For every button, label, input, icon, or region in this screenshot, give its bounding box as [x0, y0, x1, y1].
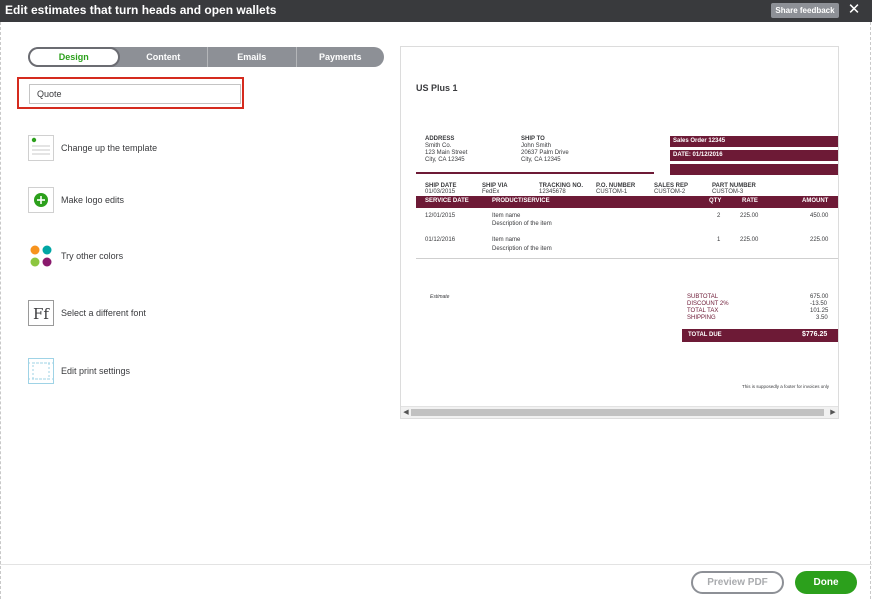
preview-total-value: 675.00 [810, 294, 829, 300]
preview-horizontal-scrollbar[interactable]: ◀ ▶ [401, 406, 838, 418]
preview-row-amount: 225.00 [810, 237, 829, 243]
preview-ship-value: 01/03/2015 [425, 189, 456, 195]
font-icon-glyph: Ff [33, 305, 50, 323]
font-label: Select a different font [61, 308, 146, 318]
change-template-label: Change up the template [61, 143, 158, 153]
preview-row-item: Item name [492, 213, 521, 219]
preview-address-line: City, CA 12345 [425, 157, 465, 163]
preview-row-desc: Description of the item [492, 221, 552, 227]
dialog-header: Edit estimates that turn heads and open … [0, 0, 872, 22]
preview-shipto-line: 20637 Palm Drive [521, 150, 569, 156]
preview-row-rate: 225.00 [740, 213, 759, 219]
preview-total-value: -13.50 [810, 301, 828, 307]
preview-footer-note: This is supposedly a footer for invoices… [742, 384, 830, 389]
add-logo-icon [28, 187, 54, 213]
footer-divider [0, 564, 872, 565]
scroll-left-icon[interactable]: ◀ [401, 408, 411, 418]
font-icon: Ff [28, 300, 54, 326]
frame-border-right [870, 22, 871, 599]
close-icon[interactable]: ✕ [847, 2, 861, 18]
preview-table-header-bar [416, 196, 838, 208]
preview-row-qty: 1 [717, 237, 721, 243]
scrollbar-thumb[interactable] [411, 409, 824, 416]
dialog-title: Edit estimates that turn heads and open … [5, 3, 277, 17]
scroll-right-icon[interactable]: ▶ [828, 408, 838, 418]
colors-option[interactable]: Try other colors [28, 243, 248, 271]
frame-border-left [0, 22, 1, 599]
preview-row-rate: 225.00 [740, 237, 759, 243]
preview-ship-value: CUSTOM-3 [712, 189, 744, 195]
preview-ship-value: CUSTOM-1 [596, 189, 628, 195]
preview-total-label: TOTAL TAX [687, 308, 719, 314]
preview-ship-value: 12345678 [539, 189, 566, 195]
preview-col-header: AMOUNT [802, 198, 829, 204]
preview-address-line: 123 Main Street [425, 150, 468, 156]
template-name-input[interactable] [29, 84, 241, 104]
preview-shipto-line: City, CA 12345 [521, 157, 561, 163]
done-button[interactable]: Done [795, 571, 857, 594]
tab-design[interactable]: Design [28, 47, 120, 67]
template-icon [28, 135, 54, 161]
preview-total-label: SUBTOTAL [687, 294, 719, 300]
print-settings-label: Edit print settings [61, 366, 131, 376]
preview-pdf-button[interactable]: Preview PDF [691, 571, 784, 594]
tab-payments[interactable]: Payments [297, 47, 385, 67]
tab-emails[interactable]: Emails [208, 47, 297, 67]
logo-edits-label: Make logo edits [61, 195, 125, 205]
preview-total-label: DISCOUNT 2% [687, 301, 729, 307]
preview-row-date: 01/12/2016 [425, 237, 456, 243]
preview-sales-order: Sales Order 12345 [673, 138, 726, 144]
preview-ship-value: CUSTOM-2 [654, 189, 686, 195]
preview-row-amount: 450.00 [810, 213, 829, 219]
preview-address-label: ADDRESS [425, 136, 455, 142]
preview-company-name: US Plus 1 [416, 83, 458, 93]
font-option[interactable]: Ff Select a different font [28, 300, 248, 328]
preview-ship-value: FedEx [482, 189, 500, 195]
preview-row-item: Item name [492, 237, 521, 243]
preview-address-line: Smith Co. [425, 143, 452, 149]
preview-shipto-label: SHIP TO [521, 136, 545, 142]
color-palette-icon [30, 245, 52, 267]
preview-col-header: SERVICE DATE [425, 198, 469, 204]
preview-row-qty: 2 [717, 213, 721, 219]
colors-label: Try other colors [61, 251, 124, 261]
preview-col-header: PRODUCT/SERVICE [492, 198, 550, 204]
editor-tabs: Design Content Emails Payments [28, 47, 384, 67]
change-template-option[interactable]: Change up the template [28, 135, 248, 163]
preview-total-value: 101.25 [810, 308, 829, 314]
invoice-preview: US Plus 1 ADDRESS Smith Co. 123 Main Str… [400, 46, 839, 419]
preview-total-value: 3.50 [816, 315, 828, 321]
print-settings-icon [28, 358, 54, 384]
preview-col-header: RATE [742, 198, 758, 204]
preview-estimate-label: Estimate [430, 294, 450, 300]
preview-table-bottom-line [416, 258, 838, 259]
preview-col-header: QTY [709, 198, 722, 204]
tab-content[interactable]: Content [120, 47, 208, 67]
share-feedback-button[interactable]: Share feedback [771, 3, 839, 18]
template-name-highlight [17, 77, 244, 109]
print-settings-option[interactable]: Edit print settings [28, 358, 248, 386]
preview-shipto-line: John Smith [521, 143, 552, 149]
preview-date: DATE: 01/12/2016 [673, 152, 723, 158]
preview-blank-bar [670, 164, 838, 175]
preview-row-date: 12/01/2015 [425, 213, 456, 219]
preview-total-due-value: $776.25 [802, 331, 828, 338]
preview-divider [416, 172, 654, 174]
logo-edits-option[interactable]: Make logo edits [28, 187, 248, 215]
preview-total-due-label: TOTAL DUE [688, 332, 722, 338]
preview-total-label: SHIPPING [687, 315, 716, 321]
preview-row-desc: Description of the item [492, 246, 552, 252]
